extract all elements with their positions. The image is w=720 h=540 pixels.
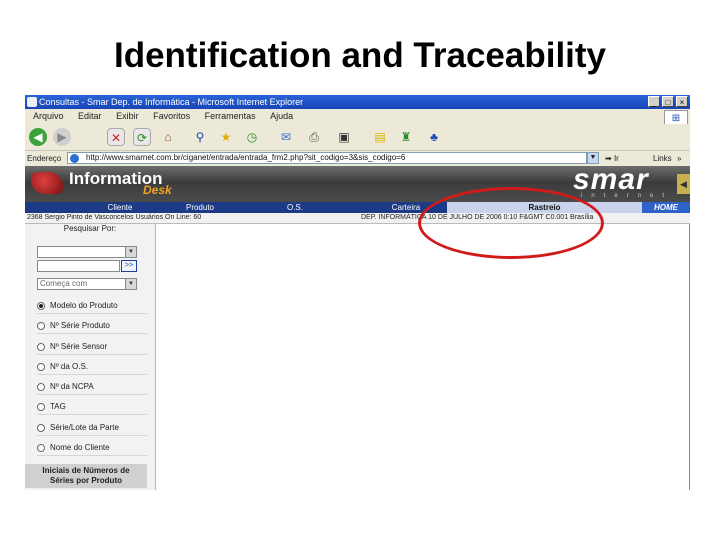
home-icon[interactable]: ⌂ [159,128,177,146]
radio-icon[interactable] [37,322,45,330]
smar-logo: smar [573,163,649,196]
menu-arquivo[interactable]: Arquivo [33,111,64,121]
radio-icon[interactable] [37,424,45,432]
option-label: Nome do Cliente [50,443,110,452]
nav-os[interactable]: O.S. [255,202,335,213]
back-icon[interactable]: ◀ [29,128,47,146]
chevron-down-icon: ▼ [125,279,136,289]
nav-cliente[interactable]: Cliente [80,202,160,213]
site-banner: Information Desk smar internet ◀ [25,163,690,202]
address-input[interactable]: http://www.smarnet.com.br/ciganet/entrad… [67,152,587,164]
radio-icon[interactable] [37,343,45,351]
maximize-button[interactable]: □ [662,96,674,107]
print-icon[interactable]: ⎙ [305,128,323,146]
window-titlebar: Consultas - Smar Dep. de Informática - M… [25,95,690,109]
user-info: 2368 Sergio Pinto de Vasconcelos Usuário… [27,214,202,221]
radio-icon[interactable] [37,383,45,391]
menu-bar: Arquivo Editar Exibir Favoritos Ferramen… [25,109,690,124]
option-label: TAG [50,402,66,411]
highlight-circle [418,187,604,259]
logo-sub: Desk [143,183,172,197]
match-mode-value: Começa com [40,279,88,288]
option-serie-produto[interactable]: Nº Série Produto [37,318,147,334]
option-nome-cliente[interactable]: Nome do Cliente [37,440,147,456]
option-numero-os[interactable]: Nº da O.S. [37,359,147,375]
option-label: Nº da NCPA [50,382,94,391]
content-divider [689,224,690,490]
search-sidebar: Pesquisar Por: ▼ >> Começa com ▼ Modelo … [25,224,156,490]
radio-icon[interactable] [37,302,45,310]
radio-icon[interactable] [37,403,45,411]
radio-icon[interactable] [37,444,45,452]
information-desk-logo-icon [31,172,63,194]
option-serie-lote[interactable]: Série/Lote da Parte [37,420,147,436]
edit-icon[interactable]: ▣ [335,128,353,146]
links-label[interactable]: Links [653,151,672,166]
nav-home[interactable]: HOME [642,202,690,213]
search-label: Pesquisar Por: [63,224,117,233]
match-mode-select[interactable]: Começa com ▼ [37,278,137,290]
initials-link[interactable]: Iniciais de Números de Séries por Produt… [25,464,147,488]
window-controls: _ □ × [648,96,688,107]
search-go-button[interactable]: >> [121,260,137,272]
window-title: Consultas - Smar Dep. de Informática - M… [39,97,304,107]
search-icon[interactable]: ⚲ [191,128,209,146]
banner-arrow-icon[interactable]: ◀ [677,174,690,194]
page-icon [70,154,79,163]
mail-icon[interactable]: ✉ [277,128,295,146]
search-value-input[interactable] [37,260,120,272]
go-label: Ir [613,154,619,163]
discuss-icon[interactable]: ▤ [371,128,389,146]
menu-exibir[interactable]: Exibir [116,111,139,121]
history-icon[interactable]: ◷ [243,128,261,146]
forward-icon[interactable]: ▶ [53,128,71,146]
smar-logo-sub: internet [581,193,674,199]
option-serie-sensor[interactable]: Nº Série Sensor [37,339,147,355]
menu-favoritos[interactable]: Favoritos [153,111,190,121]
option-label: Nº Série Sensor [50,342,108,351]
initials-line-1: Iniciais de Números de [42,466,130,475]
search-field-select[interactable]: ▼ [37,246,137,258]
favorites-icon[interactable]: ★ [217,128,235,146]
menu-editar[interactable]: Editar [78,111,102,121]
links-chevron-icon[interactable]: » [677,151,681,166]
browser-screenshot: Consultas - Smar Dep. de Informática - M… [25,95,690,490]
minimize-button[interactable]: _ [648,96,660,107]
option-label: Nº da O.S. [50,362,89,371]
standard-toolbar: ◀ ▶ ✕ ⟳ ⌂ ⚲ ★ ◷ ✉ ⎙ ▣ ▤ ♜ ♣ [25,124,690,151]
menu-ferramentas[interactable]: Ferramentas [205,111,256,121]
option-numero-ncpa[interactable]: Nº da NCPA [37,379,147,395]
option-label: Modelo do Produto [50,301,118,310]
stop-icon[interactable]: ✕ [107,128,125,146]
option-label: Nº Série Produto [50,321,110,330]
radio-icon[interactable] [37,363,45,371]
refresh-icon[interactable]: ⟳ [133,128,151,146]
menu-ajuda[interactable]: Ajuda [270,111,293,121]
address-label: Endereço [27,154,62,163]
messenger-icon[interactable]: ♜ [397,128,415,146]
option-modelo-produto[interactable]: Modelo do Produto [37,298,147,314]
ie-icon [27,97,37,107]
slide-title: Identification and Traceability [113,36,607,75]
nav-produto[interactable]: Produto [160,202,240,213]
option-label: Série/Lote da Parte [50,423,119,432]
close-button[interactable]: × [676,96,688,107]
initials-line-2: Séries por Produto [49,476,122,485]
msn-icon[interactable]: ♣ [425,128,443,146]
option-tag[interactable]: TAG [37,399,147,415]
chevron-down-icon: ▼ [125,247,136,257]
